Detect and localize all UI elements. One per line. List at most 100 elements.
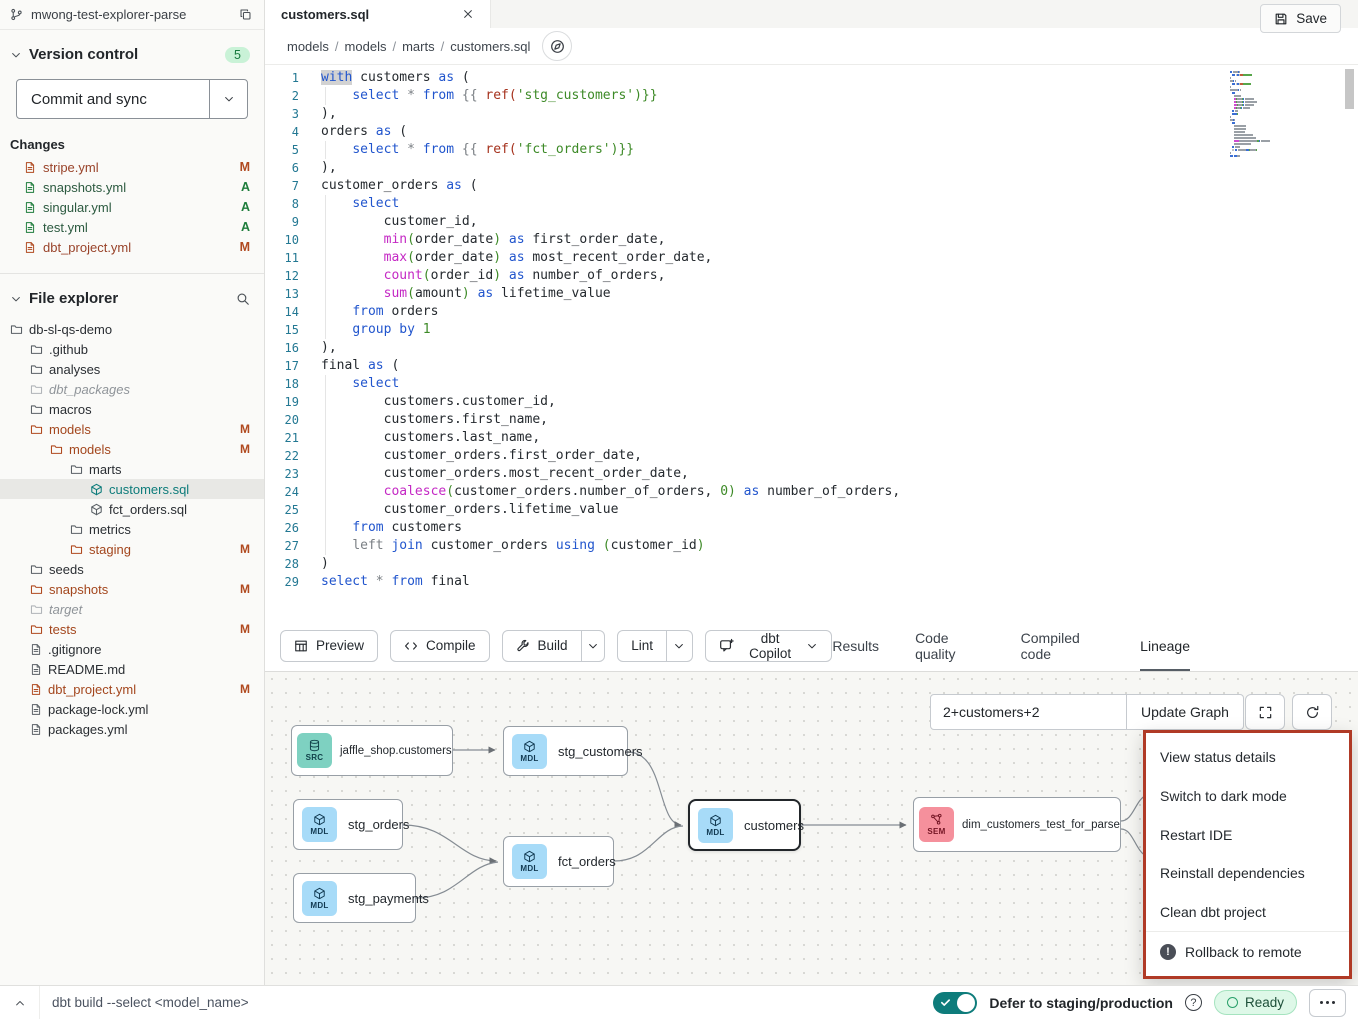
code-line[interactable]: 16),: [265, 339, 1358, 357]
menu-item-reinstall-dependencies[interactable]: Reinstall dependencies: [1146, 854, 1349, 893]
commit-and-sync-button[interactable]: Commit and sync: [17, 80, 209, 118]
breadcrumb-segment[interactable]: models: [287, 39, 329, 54]
close-icon[interactable]: [462, 8, 474, 20]
tree-item-db-sl-qs-demo[interactable]: db-sl-qs-demo: [0, 319, 264, 339]
code-line[interactable]: 28): [265, 555, 1358, 573]
compile-button[interactable]: Compile: [390, 630, 490, 662]
lineage-node-jaffle-shop-customers[interactable]: SRCjaffle_shop.customers: [291, 725, 453, 776]
lineage-node-dim-customers-test-for-parse[interactable]: SEMdim_customers_test_for_parse: [913, 797, 1121, 852]
code-line[interactable]: 10 min(order_date) as first_order_date,: [265, 231, 1358, 249]
change-row-singular.yml[interactable]: singular.ymlA: [0, 197, 264, 217]
code-line[interactable]: 15 group by 1: [265, 321, 1358, 339]
tree-item-models[interactable]: modelsM: [0, 439, 264, 459]
tree-item-analyses[interactable]: analyses: [0, 359, 264, 379]
tree-item-target[interactable]: target: [0, 599, 264, 619]
fullscreen-button[interactable]: [1245, 694, 1285, 730]
code-line[interactable]: 29select * from final: [265, 573, 1358, 591]
menu-item-switch-to-dark-mode[interactable]: Switch to dark mode: [1146, 777, 1349, 816]
code-line[interactable]: 21 customers.last_name,: [265, 429, 1358, 447]
code-line[interactable]: 26 from customers: [265, 519, 1358, 537]
menu-item-view-status-details[interactable]: View status details: [1146, 738, 1349, 777]
lineage-node-customers[interactable]: MDLcustomers: [688, 799, 801, 851]
defer-toggle[interactable]: [933, 992, 977, 1014]
code-line[interactable]: 4orders as (: [265, 123, 1358, 141]
change-row-test.yml[interactable]: test.ymlA: [0, 217, 264, 237]
code-editor[interactable]: 1with customers as (2 select * from {{ r…: [265, 65, 1358, 620]
code-line[interactable]: 2 select * from {{ ref('stg_customers')}…: [265, 87, 1358, 105]
chevron-down-icon[interactable]: [10, 293, 22, 305]
status-badge[interactable]: Ready: [1214, 990, 1297, 1015]
code-line[interactable]: 6),: [265, 159, 1358, 177]
lineage-node-stg-orders[interactable]: MDLstg_orders: [293, 799, 403, 850]
code-line[interactable]: 24 coalesce(customer_orders.number_of_or…: [265, 483, 1358, 501]
tree-item-snapshots[interactable]: snapshotsM: [0, 579, 264, 599]
code-line[interactable]: 8 select: [265, 195, 1358, 213]
lineage-search-input[interactable]: [930, 694, 1127, 730]
search-icon[interactable]: [236, 292, 250, 306]
dbt-copilot-button[interactable]: dbt Copilot: [705, 630, 832, 662]
more-options-button[interactable]: [1309, 989, 1346, 1017]
code-line[interactable]: 19 customers.customer_id,: [265, 393, 1358, 411]
menu-item-clean-dbt-project[interactable]: Clean dbt project: [1146, 893, 1349, 932]
lint-button[interactable]: Lint: [618, 631, 666, 661]
code-line[interactable]: 18 select: [265, 375, 1358, 393]
change-row-snapshots.yml[interactable]: snapshots.ymlA: [0, 177, 264, 197]
copy-icon[interactable]: [239, 8, 252, 21]
menu-item-restart-ide[interactable]: Restart IDE: [1146, 815, 1349, 854]
code-line[interactable]: 22 customer_orders.first_order_date,: [265, 447, 1358, 465]
code-line[interactable]: 7customer_orders as (: [265, 177, 1358, 195]
commit-options-button[interactable]: [209, 80, 247, 118]
tree-item-staging[interactable]: stagingM: [0, 539, 264, 559]
tree-item-readme-md[interactable]: README.md: [0, 659, 264, 679]
lineage-node-stg-payments[interactable]: MDLstg_payments: [293, 873, 416, 923]
tree-item-tests[interactable]: testsM: [0, 619, 264, 639]
code-line[interactable]: 20 customers.first_name,: [265, 411, 1358, 429]
breadcrumb-segment[interactable]: marts: [402, 39, 435, 54]
tree-item-seeds[interactable]: seeds: [0, 559, 264, 579]
tree-item-marts[interactable]: marts: [0, 459, 264, 479]
refresh-graph-button[interactable]: [1292, 694, 1332, 730]
expand-command-bar-button[interactable]: [0, 986, 40, 1019]
code-line[interactable]: 1with customers as (: [265, 69, 1358, 87]
help-icon[interactable]: ?: [1185, 994, 1202, 1011]
minimap[interactable]: [1230, 71, 1332, 158]
lint-options-button[interactable]: [666, 631, 692, 661]
code-line[interactable]: 27 left join customer_orders using (cust…: [265, 537, 1358, 555]
tree-item-fct-orders-sql[interactable]: fct_orders.sql: [0, 499, 264, 519]
build-options-button[interactable]: [581, 631, 605, 661]
code-line[interactable]: 3),: [265, 105, 1358, 123]
code-line[interactable]: 17final as (: [265, 357, 1358, 375]
code-line[interactable]: 25 customer_orders.lifetime_value: [265, 501, 1358, 519]
change-row-dbt_project.yml[interactable]: dbt_project.ymlM: [0, 237, 264, 257]
tree-item-packages-yml[interactable]: packages.yml: [0, 719, 264, 739]
tree-item-customers-sql[interactable]: customers.sql: [0, 479, 264, 499]
save-button[interactable]: Save: [1260, 4, 1341, 33]
code-line[interactable]: 23 customer_orders.most_recent_order_dat…: [265, 465, 1358, 483]
scrollbar-thumb[interactable]: [1345, 69, 1354, 109]
tree-item-dbt-project-yml[interactable]: dbt_project.ymlM: [0, 679, 264, 699]
menu-item-rollback-to-remote[interactable]: !Rollback to remote: [1146, 931, 1349, 971]
file-explorer-header[interactable]: File explorer: [0, 274, 264, 311]
tree-item-package-lock-yml[interactable]: package-lock.yml: [0, 699, 264, 719]
tab-customers-sql[interactable]: customers.sql: [265, 0, 491, 28]
command-input[interactable]: dbt build --select <model_name>: [52, 995, 249, 1010]
lineage-panel[interactable]: Update Graph SRCjaffle_shop.customers MDL…: [265, 672, 1358, 985]
tab-code-quality[interactable]: Code quality: [915, 620, 985, 671]
code-line[interactable]: 14 from orders: [265, 303, 1358, 321]
version-control-header[interactable]: Version control 5: [0, 30, 264, 67]
chevron-down-icon[interactable]: [10, 49, 22, 61]
code-line[interactable]: 12 count(order_id) as number_of_orders,: [265, 267, 1358, 285]
code-line[interactable]: 11 max(order_date) as most_recent_order_…: [265, 249, 1358, 267]
code-line[interactable]: 9 customer_id,: [265, 213, 1358, 231]
tree-item-dbt-packages[interactable]: dbt_packages: [0, 379, 264, 399]
change-row-stripe.yml[interactable]: stripe.ymlM: [0, 157, 264, 177]
code-line[interactable]: 5 select * from {{ ref('fct_orders')}}: [265, 141, 1358, 159]
tab-lineage[interactable]: Lineage: [1140, 620, 1190, 671]
build-button[interactable]: Build: [503, 631, 581, 661]
explore-lineage-button[interactable]: [542, 31, 572, 61]
tree-item-models[interactable]: modelsM: [0, 419, 264, 439]
breadcrumb-segment[interactable]: models: [345, 39, 387, 54]
lineage-node-fct-orders[interactable]: MDLfct_orders: [503, 836, 614, 887]
tab-results[interactable]: Results: [832, 620, 879, 671]
update-graph-button[interactable]: Update Graph: [1127, 694, 1244, 730]
